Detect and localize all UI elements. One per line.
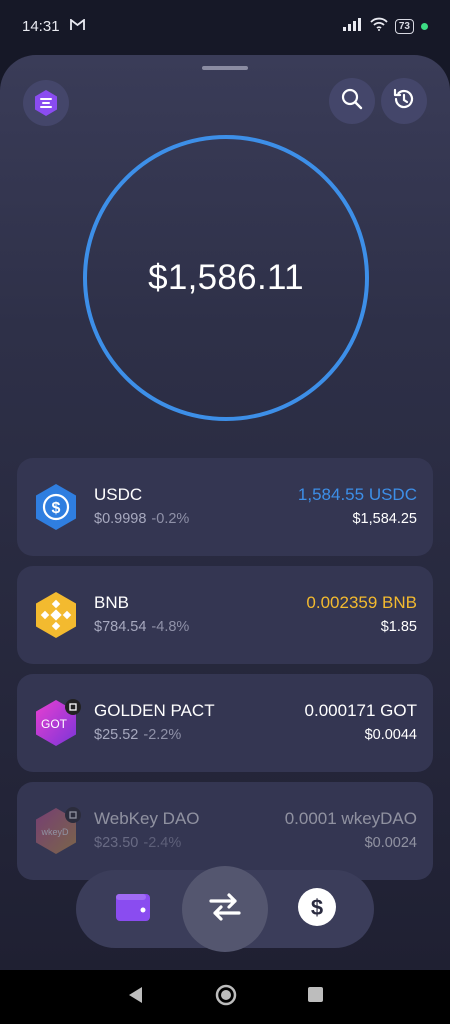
gmail-icon bbox=[69, 17, 85, 35]
token-price-line: $784.54 -4.8% bbox=[94, 619, 189, 635]
token-name: BNB bbox=[94, 593, 129, 612]
token-price-line: $25.52 -2.2% bbox=[94, 727, 181, 743]
nav-earn-button[interactable]: $ bbox=[274, 866, 360, 952]
token-value: $0.0024 bbox=[364, 835, 417, 851]
token-name: WebKey DAO bbox=[94, 809, 200, 828]
bottom-nav: $ bbox=[76, 866, 374, 952]
dollar-icon: $ bbox=[297, 887, 337, 932]
token-price-line: $0.9998 -0.2% bbox=[94, 511, 189, 527]
token-price-line: $23.50 -2.4% bbox=[94, 835, 181, 851]
wallet-icon bbox=[115, 891, 151, 928]
token-price: $784.54 bbox=[94, 619, 147, 635]
wallet-sheet: $1,586.11 $ USDC $0.9998 -0.2% 1,584.55 U… bbox=[0, 55, 450, 970]
token-change: -0.2% bbox=[151, 511, 190, 527]
usdc-icon: $ bbox=[31, 482, 81, 532]
webkey-icon: wkeyD bbox=[31, 806, 81, 856]
bnb-icon bbox=[31, 590, 81, 640]
token-amount: 0.002359 BNB bbox=[306, 593, 417, 612]
status-left: 14:31 bbox=[22, 18, 85, 35]
token-price: $0.9998 bbox=[94, 511, 147, 527]
token-amount: 0.000171 GOT bbox=[304, 701, 417, 720]
recents-icon[interactable] bbox=[307, 986, 324, 1008]
token-row-usdc[interactable]: $ USDC $0.9998 -0.2% 1,584.55 USDC $1,584… bbox=[17, 458, 433, 556]
system-nav-bar bbox=[0, 970, 450, 1024]
token-change: -4.8% bbox=[151, 619, 190, 635]
signal-icon bbox=[342, 17, 363, 35]
green-dot-indicator bbox=[421, 22, 428, 30]
token-name: GOLDEN PACT bbox=[94, 701, 215, 720]
status-bar: 14:31 73 bbox=[0, 0, 450, 52]
total-balance: $1,586.11 bbox=[148, 258, 304, 297]
home-icon[interactable] bbox=[215, 984, 237, 1011]
token-price: $25.52 bbox=[94, 727, 139, 743]
token-value: $1,584.25 bbox=[352, 511, 417, 527]
token-row-golden-pact[interactable]: GOT GOLDEN PACT $25.52 -2.2% 0.000171 GOT… bbox=[17, 674, 433, 772]
token-value: $0.0044 bbox=[364, 727, 417, 743]
token-price: $23.50 bbox=[94, 835, 139, 851]
drag-handle[interactable] bbox=[202, 66, 248, 70]
balance-ring: $1,586.11 bbox=[83, 135, 369, 421]
svg-text:$: $ bbox=[52, 500, 61, 517]
wifi-icon bbox=[370, 17, 388, 35]
token-value: $1.85 bbox=[380, 619, 417, 635]
svg-text:wkeyD: wkeyD bbox=[40, 827, 69, 837]
got-icon: GOT bbox=[31, 698, 81, 748]
app-logo-icon[interactable] bbox=[23, 80, 69, 126]
svg-text:GOT: GOT bbox=[41, 717, 68, 731]
history-icon bbox=[391, 86, 417, 117]
nav-wallet-button[interactable] bbox=[90, 866, 176, 952]
token-name: USDC bbox=[94, 485, 143, 504]
back-icon[interactable] bbox=[127, 986, 145, 1009]
token-change: -2.4% bbox=[143, 835, 182, 851]
search-icon bbox=[340, 87, 364, 116]
token-amount: 1,584.55 USDC bbox=[297, 485, 417, 504]
status-time: 14:31 bbox=[22, 17, 60, 35]
token-amount: 0.0001 wkeyDAO bbox=[284, 809, 417, 828]
token-change: -2.2% bbox=[143, 727, 182, 743]
battery-icon: 73 bbox=[394, 18, 414, 34]
svg-text:$: $ bbox=[311, 895, 323, 920]
nav-swap-button[interactable] bbox=[182, 866, 268, 952]
swap-icon bbox=[207, 891, 243, 928]
history-button[interactable] bbox=[381, 78, 427, 124]
search-button[interactable] bbox=[329, 78, 375, 124]
token-row-bnb[interactable]: BNB $784.54 -4.8% 0.002359 BNB $1.85 bbox=[17, 566, 433, 664]
status-right: 73 bbox=[342, 17, 428, 35]
